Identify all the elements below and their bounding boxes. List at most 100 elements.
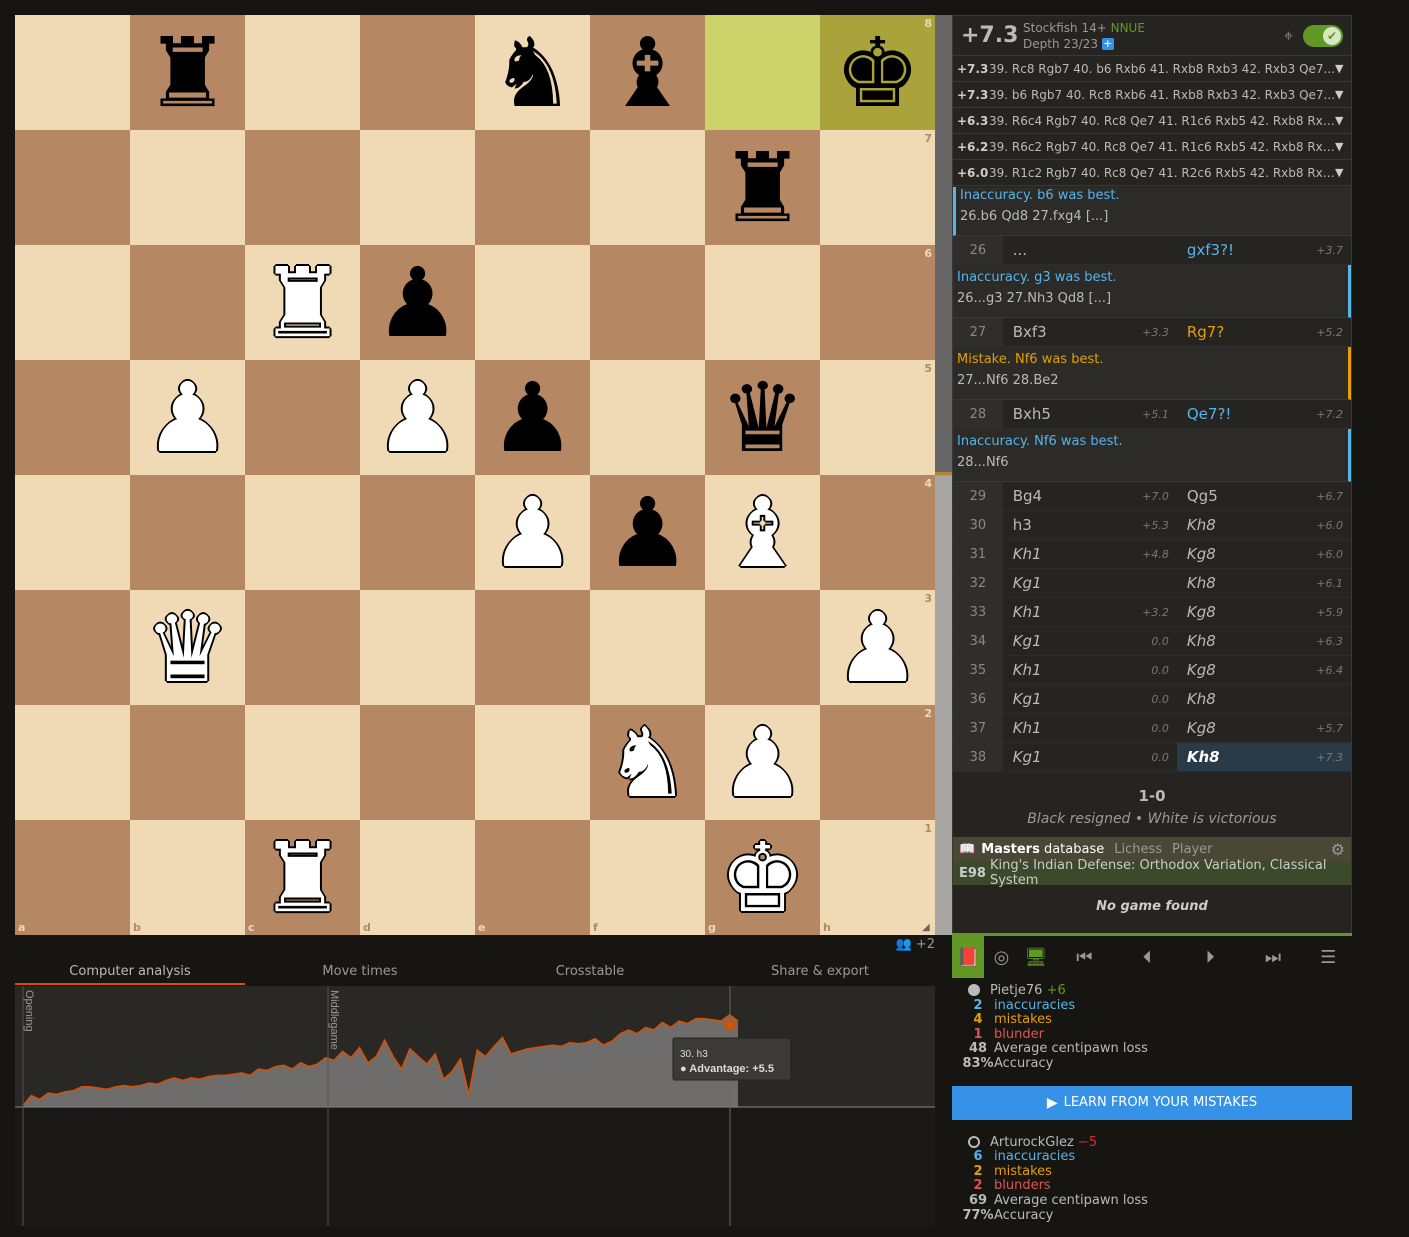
advantage-chart[interactable]: Opening Middlegame 30. h3 ● Advantage: +5.5 bbox=[15, 986, 935, 1226]
square-g2[interactable]: ♟ bbox=[705, 705, 820, 820]
square-d3[interactable] bbox=[360, 590, 475, 705]
white-pawn-icon[interactable]: ♟ bbox=[144, 370, 230, 466]
learn-from-mistakes-button[interactable]: ▶ LEARN FROM YOUR MISTAKES bbox=[952, 1085, 1352, 1120]
square-f2[interactable]: ♞ bbox=[590, 705, 705, 820]
gear-icon[interactable]: ⚙ bbox=[1331, 840, 1345, 859]
pv-line[interactable]: +7.3 39. b6 Rgb7 40. Rc8 Rxb6 41. Rxb8 Rx… bbox=[953, 82, 1351, 108]
expand-icon[interactable]: ▼ bbox=[1335, 114, 1347, 127]
blunders-line[interactable]: 1 blunder bbox=[962, 1027, 1352, 1043]
square-a2[interactable] bbox=[15, 705, 130, 820]
black-move[interactable]: Qg5 +6.7 bbox=[1177, 482, 1351, 510]
square-a6[interactable] bbox=[15, 245, 130, 360]
pv-moves[interactable]: 39. Rc8 Rgb7 40. b6 Rxb6 41. Rxb8 Rxb3 4… bbox=[989, 62, 1335, 76]
square-b4[interactable] bbox=[130, 475, 245, 590]
first-icon[interactable]: ⏮ bbox=[1053, 936, 1116, 978]
black-move[interactable]: Kh8 +6.3 bbox=[1177, 627, 1351, 655]
square-d8[interactable] bbox=[360, 15, 475, 130]
white-pawn-icon[interactable]: ♟ bbox=[374, 370, 460, 466]
white-move[interactable]: h3 +5.3 bbox=[1003, 511, 1177, 539]
white-pawn-icon[interactable]: ♟ bbox=[834, 600, 920, 696]
white-pawn-icon[interactable]: ♟ bbox=[719, 715, 805, 811]
black-move[interactable]: Kh8 +6.1 bbox=[1177, 569, 1351, 597]
square-b3[interactable]: ♛ bbox=[130, 590, 245, 705]
pv-line[interactable]: +6.0 39. R1c2 Rgb7 40. Rc8 Qe7 41. R2c6 R… bbox=[953, 160, 1351, 186]
next-icon[interactable]: ⏵ bbox=[1179, 936, 1242, 978]
square-e3[interactable] bbox=[475, 590, 590, 705]
variation-line[interactable]: 26.b6 Qd8 27.fxg4 [...] bbox=[960, 205, 1347, 229]
square-h5[interactable]: 5 bbox=[820, 360, 935, 475]
target-icon[interactable]: ◎ bbox=[984, 936, 1018, 978]
square-f7[interactable] bbox=[590, 130, 705, 245]
expand-icon[interactable]: ▼ bbox=[1335, 166, 1347, 179]
square-c5[interactable] bbox=[245, 360, 360, 475]
square-f1[interactable]: f bbox=[590, 820, 705, 935]
white-bishop-icon[interactable]: ♝ bbox=[719, 485, 805, 581]
explorer-tab-player[interactable]: Player bbox=[1172, 842, 1212, 857]
square-c3[interactable] bbox=[245, 590, 360, 705]
square-d6[interactable]: ♟ bbox=[360, 245, 475, 360]
white-pawn-icon[interactable]: ♟ bbox=[489, 485, 575, 581]
square-b5[interactable]: ♟ bbox=[130, 360, 245, 475]
square-f6[interactable] bbox=[590, 245, 705, 360]
tab-crosstable[interactable]: Crosstable bbox=[475, 961, 705, 985]
crosshair-icon[interactable]: ⌖ bbox=[1284, 26, 1293, 46]
mistakes-line[interactable]: 4 mistakes bbox=[962, 1013, 1352, 1028]
tab-computer-analysis[interactable]: Computer analysis bbox=[15, 961, 245, 985]
white-queen-icon[interactable]: ♛ bbox=[144, 600, 230, 696]
square-e1[interactable]: e bbox=[475, 820, 590, 935]
square-h1[interactable]: 1h bbox=[820, 820, 935, 935]
explorer-tab-lichess[interactable]: Lichess bbox=[1114, 842, 1162, 857]
computer-icon[interactable]: 🖥 bbox=[1019, 936, 1053, 978]
square-h6[interactable]: 6 bbox=[820, 245, 935, 360]
square-c4[interactable] bbox=[245, 475, 360, 590]
white-move[interactable]: Kg1 0.0 bbox=[1003, 685, 1177, 713]
black-knight-icon[interactable]: ♞ bbox=[489, 25, 575, 121]
square-d5[interactable]: ♟ bbox=[360, 360, 475, 475]
mistakes-line[interactable]: 2 mistakes bbox=[962, 1164, 1352, 1180]
square-e6[interactable] bbox=[475, 245, 590, 360]
black-pawn-icon[interactable]: ♟ bbox=[374, 255, 460, 351]
white-move[interactable]: Kg1 0.0 bbox=[1003, 627, 1177, 655]
square-d4[interactable] bbox=[360, 475, 475, 590]
pv-moves[interactable]: 39. R1c2 Rgb7 40. Rc8 Qe7 41. R2c6 Rxb5 … bbox=[989, 166, 1335, 180]
square-a3[interactable] bbox=[15, 590, 130, 705]
square-a5[interactable] bbox=[15, 360, 130, 475]
last-icon[interactable]: ⏭ bbox=[1242, 936, 1305, 978]
square-g7[interactable]: ♜ bbox=[705, 130, 820, 245]
square-b1[interactable]: b bbox=[130, 820, 245, 935]
expand-icon[interactable]: ▼ bbox=[1335, 62, 1347, 75]
square-d2[interactable] bbox=[360, 705, 475, 820]
explorer-db-masters[interactable]: Masters database bbox=[981, 842, 1104, 857]
black-move[interactable]: Kg8 +6.0 bbox=[1177, 540, 1351, 568]
more-depth-button[interactable]: + bbox=[1101, 38, 1114, 50]
square-c2[interactable] bbox=[245, 705, 360, 820]
expand-icon[interactable]: ▼ bbox=[1335, 140, 1347, 153]
white-king-icon[interactable]: ♚ bbox=[719, 830, 805, 926]
square-a8[interactable] bbox=[15, 15, 130, 130]
variation-line[interactable]: 27...Nf6 28.Be2 bbox=[957, 369, 1344, 393]
square-h4[interactable]: 4 bbox=[820, 475, 935, 590]
tab-share-export[interactable]: Share & export bbox=[705, 961, 935, 985]
square-f4[interactable]: ♟ bbox=[590, 475, 705, 590]
white-move[interactable]: Bxf3 +3.3 bbox=[1003, 318, 1177, 346]
black-rook-icon[interactable]: ♜ bbox=[144, 25, 230, 121]
square-d1[interactable]: d bbox=[360, 820, 475, 935]
square-g8[interactable] bbox=[705, 15, 820, 130]
square-g3[interactable] bbox=[705, 590, 820, 705]
black-pawn-icon[interactable]: ♟ bbox=[604, 485, 690, 581]
square-b6[interactable] bbox=[130, 245, 245, 360]
white-move[interactable]: Kh1 +4.8 bbox=[1003, 540, 1177, 568]
expand-icon[interactable]: ▼ bbox=[1335, 88, 1347, 101]
black-move[interactable]: Kg8 +6.4 bbox=[1177, 656, 1351, 684]
square-f5[interactable] bbox=[590, 360, 705, 475]
white-move[interactable]: ... bbox=[1003, 236, 1177, 264]
black-move[interactable]: Kg8 +5.7 bbox=[1177, 714, 1351, 742]
black-move[interactable]: Qe7?! +7.2 bbox=[1177, 400, 1351, 428]
white-move[interactable]: Kg1 0.0 bbox=[1003, 743, 1177, 771]
book-icon[interactable]: 📕 bbox=[952, 936, 985, 978]
board-resize-handle[interactable]: ◢ bbox=[922, 922, 934, 934]
chessboard[interactable]: ♜ ♞ ♝ ♚ 8 ♜ 7 ♜ ♟ 6 ♟ ♟ ♟ ♛ 5 ♟ ♟ ♝ 4 ♛ ♟ 3 ♞ ♟ 2 a b ♜ c d e f ♚ g 1 h bbox=[15, 15, 935, 935]
square-a1[interactable]: a bbox=[15, 820, 130, 935]
white-move[interactable]: Bxh5 +5.1 bbox=[1003, 400, 1177, 428]
prev-icon[interactable]: ⏴ bbox=[1116, 936, 1179, 978]
